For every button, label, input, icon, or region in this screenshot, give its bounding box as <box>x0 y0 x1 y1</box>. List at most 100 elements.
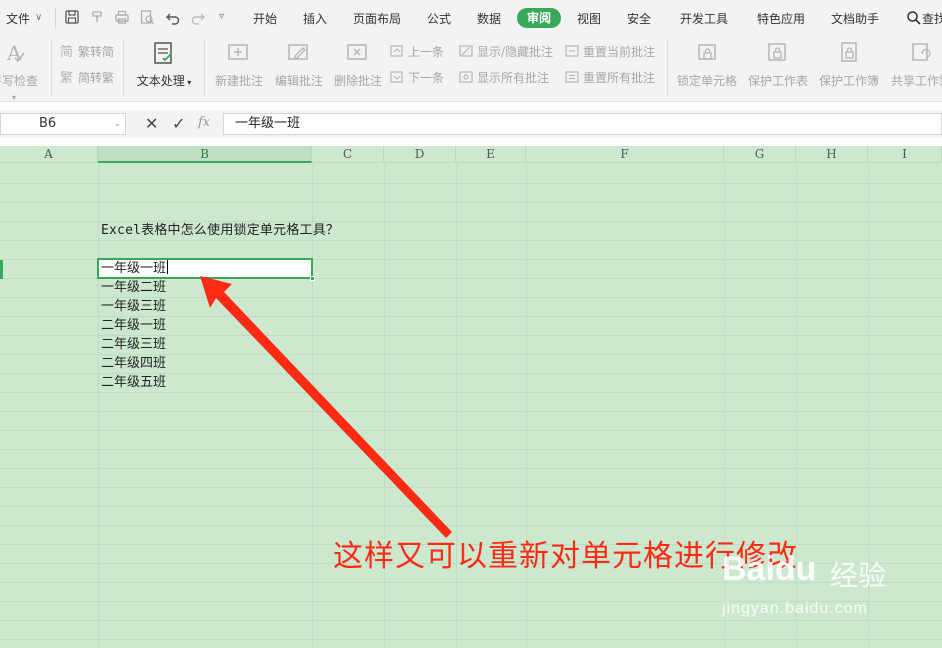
spell-check-button[interactable]: A 拼写检查 ▾ <box>0 40 38 103</box>
tab-review[interactable]: 审阅 <box>517 8 562 28</box>
column-header-g[interactable]: G <box>724 146 796 163</box>
gridline <box>0 392 942 393</box>
cell-b7[interactable]: 一年级二班 <box>101 278 166 297</box>
gridline <box>526 164 527 648</box>
reset-current-comment-button[interactable]: 重置当前批注 <box>565 42 655 60</box>
svg-text:简: 简 <box>60 44 73 58</box>
show-all-comments-button[interactable]: 显示所有批注 <box>459 68 549 86</box>
edit-comment-icon <box>286 40 312 66</box>
next-comment-button[interactable]: 下一条 <box>390 68 444 86</box>
column-header-e[interactable]: E <box>456 146 526 163</box>
cell-b9[interactable]: 二年级一班 <box>101 316 166 335</box>
edit-comment-label: 编辑批注 <box>274 74 323 88</box>
column-header-f[interactable]: F <box>526 146 724 163</box>
show-hide-comment-label: 显示/隐藏批注 <box>477 44 554 59</box>
gridline <box>0 506 942 507</box>
show-all-comments-icon <box>459 70 473 84</box>
tab-page-layout[interactable]: 页面布局 <box>353 10 401 27</box>
chevron-down-icon[interactable]: ⌄ <box>113 114 121 134</box>
tab-formulas[interactable]: 公式 <box>427 10 451 27</box>
previous-comment-label: 上一条 <box>408 44 445 59</box>
tab-data[interactable]: 数据 <box>477 10 501 27</box>
name-box-value: B6 <box>39 116 57 131</box>
gridline <box>384 164 385 648</box>
confirm-edit-icon[interactable]: ✓ <box>172 114 185 133</box>
baidu-jingyan-watermark: Baidu 经验 jingyan.baidu.com <box>722 550 922 630</box>
baidu-logo: Baidu <box>722 550 817 588</box>
spell-check-label: 拼写检查 <box>0 74 39 88</box>
print-preview-icon[interactable] <box>139 9 155 25</box>
customize-dropdown-icon[interactable]: ▿ <box>219 11 224 22</box>
gridline <box>98 164 99 648</box>
gridline <box>0 468 942 469</box>
gridline <box>0 487 942 488</box>
show-all-comments-label: 显示所有批注 <box>477 70 550 85</box>
delete-comment-label: 删除批注 <box>333 74 382 88</box>
fill-handle[interactable] <box>310 276 315 281</box>
trad-to-simp-label: 繁转简 <box>78 44 115 59</box>
column-header-b[interactable]: B <box>98 146 312 163</box>
formula-input[interactable]: 一年级一班 <box>223 113 942 135</box>
cell-b8[interactable]: 一年级三班 <box>101 297 166 316</box>
tab-home[interactable]: 开始 <box>253 10 277 27</box>
reset-all-comments-button[interactable]: 重置所有批注 <box>565 68 655 86</box>
tab-special-apps[interactable]: 特色应用 <box>757 10 805 27</box>
delete-comment-button[interactable]: 删除批注 <box>331 40 385 89</box>
edit-comment-button[interactable]: 编辑批注 <box>272 40 326 89</box>
insert-function-icon[interactable]: fx <box>198 115 210 130</box>
tab-insert[interactable]: 插入 <box>303 10 327 27</box>
ribbon-review: A 拼写检查 ▾ 简 繁转简 繁 简转繁 文本处理 ▾ 新建批注 编辑批注 删除… <box>0 36 942 102</box>
search-label[interactable]: 查找 <box>922 10 942 27</box>
cell-b12[interactable]: 二年级五班 <box>101 373 166 392</box>
menu-bar: 文件 ∨ ▿ 开始 插入 页面布局 公式 数据 审阅 视图 安全 开发工具 特色… <box>0 0 942 36</box>
next-comment-icon <box>390 70 404 84</box>
column-header-c[interactable]: C <box>312 146 384 163</box>
simp-trad-icon: 繁 <box>60 70 74 86</box>
svg-text:A: A <box>6 41 22 65</box>
next-comment-label: 下一条 <box>408 70 445 85</box>
spell-check-icon: A <box>1 40 27 66</box>
tab-view[interactable]: 视图 <box>577 10 601 27</box>
save-icon[interactable] <box>64 9 80 25</box>
column-header-d[interactable]: D <box>384 146 456 163</box>
gridline <box>456 164 457 648</box>
search-icon[interactable] <box>906 10 922 26</box>
trad-to-simp-button[interactable]: 简 繁转简 <box>60 42 114 60</box>
cell-b3[interactable]: Excel表格中怎么使用锁定单元格工具？ <box>101 221 339 240</box>
share-workbook-button[interactable]: 共享工作簿 <box>888 40 942 89</box>
gridline <box>0 411 942 412</box>
print-icon[interactable] <box>114 9 130 25</box>
column-header-h[interactable]: H <box>796 146 868 163</box>
previous-comment-button[interactable]: 上一条 <box>390 42 444 60</box>
lock-cell-button[interactable]: 锁定单元格 <box>674 40 740 89</box>
chevron-down-icon[interactable]: ∨ <box>35 12 42 23</box>
tab-developer[interactable]: 开发工具 <box>680 10 728 27</box>
protect-workbook-button[interactable]: 保护工作簿 <box>816 40 882 89</box>
gridline <box>0 430 942 431</box>
active-cell-b6[interactable]: 一年级一班 <box>97 258 315 281</box>
divider <box>204 40 205 96</box>
lock-cell-label: 锁定单元格 <box>676 74 737 88</box>
tab-doc-assistant[interactable]: 文档助手 <box>831 10 879 27</box>
cancel-edit-icon[interactable]: ✕ <box>145 114 158 133</box>
new-comment-button[interactable]: 新建批注 <box>212 40 266 89</box>
undo-icon[interactable] <box>165 9 181 25</box>
spreadsheet-grid[interactable]: A B C D E F G H I Excel表格中怎么使用锁定单元格工具？ 一… <box>0 146 942 648</box>
reset-current-comment-icon <box>565 44 579 58</box>
redo-icon[interactable] <box>190 9 206 25</box>
column-header-a[interactable]: A <box>0 146 98 163</box>
text-processing-button[interactable]: 文本处理 ▾ <box>134 40 194 89</box>
show-hide-comment-button[interactable]: 显示/隐藏批注 <box>459 42 553 60</box>
name-box[interactable]: B6 ⌄ <box>0 113 126 135</box>
protect-sheet-button[interactable]: 保护工作表 <box>745 40 811 89</box>
column-header-i[interactable]: I <box>868 146 942 163</box>
cell-b10[interactable]: 二年级三班 <box>101 335 166 354</box>
menu-file[interactable]: 文件 <box>6 10 30 27</box>
cell-b11[interactable]: 二年级四班 <box>101 354 166 373</box>
protect-workbook-label: 保护工作簿 <box>818 74 879 88</box>
text-processing-label: 文本处理 <box>136 74 185 88</box>
format-painter-icon[interactable] <box>89 9 105 25</box>
tab-security[interactable]: 安全 <box>627 10 651 27</box>
row-selection-indicator <box>0 260 3 279</box>
simp-to-trad-button[interactable]: 繁 简转繁 <box>60 68 114 86</box>
